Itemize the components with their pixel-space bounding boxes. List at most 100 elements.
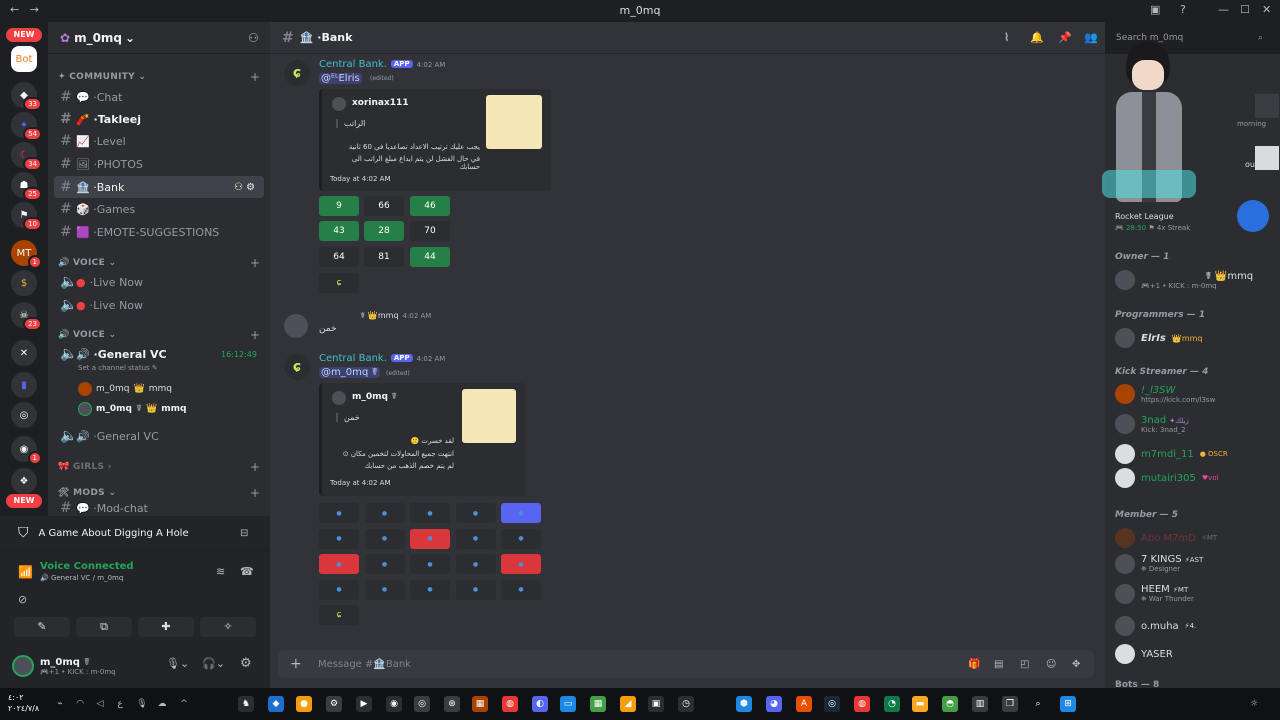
avatar[interactable] <box>12 655 34 677</box>
set-channel-status[interactable]: Set a channel status ✎ <box>78 364 158 372</box>
server-icon[interactable]: $ <box>11 270 37 296</box>
threads-icon[interactable]: ⌇ <box>1004 31 1009 44</box>
guess-button[interactable]: ● <box>364 579 405 600</box>
guess-button[interactable]: ● <box>319 503 359 523</box>
noise-suppression-icon[interactable]: ≋ <box>216 565 225 578</box>
bot-avatar[interactable]: ɕ <box>284 60 310 86</box>
guess-button[interactable]: ● <box>455 579 496 600</box>
server-icon[interactable]: ☗ 25 <box>11 172 42 201</box>
weather-icon[interactable]: ☼ <box>1246 696 1262 712</box>
server-icon[interactable]: ◎ <box>11 402 37 428</box>
app-icon[interactable]: ◢ <box>620 696 636 712</box>
server-icon[interactable]: Bot <box>11 46 37 72</box>
inbox-icon[interactable]: ▣ <box>1150 3 1160 16</box>
screen-share-button[interactable]: ⧉ <box>76 617 132 637</box>
number-button[interactable]: 66 <box>364 196 404 216</box>
headphones-icon[interactable]: 🎧⌄ <box>202 657 225 670</box>
media-player-icon[interactable]: ▶ <box>356 696 372 712</box>
app-icon[interactable]: ▣ <box>648 696 664 712</box>
guess-button[interactable]: ● <box>410 528 450 549</box>
member-item[interactable]: Abo M7mD ⚡MT <box>1115 528 1217 548</box>
bot-logo-button[interactable]: ɕ <box>319 273 359 293</box>
voice-live-now-2[interactable]: 🔈 ● · Live Now <box>54 294 264 316</box>
guess-button[interactable]: ● <box>319 554 359 574</box>
emoji-icon[interactable]: ☺ <box>1046 659 1056 670</box>
start-icon[interactable]: ⊞ <box>1060 696 1076 712</box>
search-icon[interactable]: ⌕ <box>1030 696 1046 712</box>
channel-settings-icon[interactable]: ⚇ ⚙ <box>234 182 255 193</box>
guess-button[interactable]: ● <box>364 503 405 523</box>
game-activity[interactable]: ⛉ A Game About Digging A Hole ⊟ <box>0 516 270 550</box>
app-icon[interactable]: ◓ <box>942 696 958 712</box>
bell-icon[interactable]: 🔔 <box>1030 31 1044 44</box>
app-icon[interactable]: ⬢ <box>736 696 752 712</box>
onedrive-icon[interactable]: ☁ <box>154 696 170 712</box>
close-button[interactable]: ✕ <box>1262 3 1271 16</box>
voice-general-vc-2[interactable]: 🔈 🔊 · General VC <box>54 425 264 447</box>
microphone-icon[interactable]: 🎙 <box>134 696 150 712</box>
guess-button[interactable]: ● <box>501 528 541 549</box>
category-voice[interactable]: 🔊 VOICE ⌄ <box>58 258 116 268</box>
apps-icon[interactable]: ✥ <box>1072 659 1080 670</box>
app-icon[interactable]: ⊛ <box>444 696 460 712</box>
message-author[interactable]: Central Bank. APP 4:02 AM <box>319 353 445 364</box>
category-voice-2[interactable]: 🔊 VOICE ⌄ <box>58 330 116 340</box>
server-header[interactable]: ✿ m_0mq ⌄ ⚇ <box>48 22 270 54</box>
server-icon[interactable]: ◆ 33 <box>11 82 42 111</box>
voice-location[interactable]: 🔊 General VC / m_0mq <box>40 574 123 582</box>
edge-icon[interactable]: ◔ <box>884 696 900 712</box>
channel-chat[interactable]: # 💬 · Chat <box>54 86 264 108</box>
member-item[interactable]: o.muha ⚡4. <box>1115 616 1196 636</box>
server-icon[interactable]: MT 1 <box>11 240 42 269</box>
chevron-up-icon[interactable]: ^ <box>176 696 192 712</box>
minimize-button[interactable]: — <box>1218 3 1229 16</box>
voice-live-now-1[interactable]: 🔈 ● · Live Now <box>54 271 264 293</box>
create-channel-icon[interactable]: + <box>250 328 260 342</box>
folder-icon[interactable]: ▮ <box>11 372 37 398</box>
channel-level[interactable]: # 📈 · Level <box>54 130 264 152</box>
app-icon[interactable]: ⚙ <box>326 696 342 712</box>
message-author[interactable]: ☤ 👑mmq 4:02 AM <box>360 311 431 320</box>
server-icon[interactable]: ✕ <box>11 340 37 366</box>
maximize-button[interactable]: ☐ <box>1240 3 1250 16</box>
guess-button[interactable]: ● <box>501 554 541 574</box>
guess-button[interactable]: ● <box>364 528 405 549</box>
store-icon[interactable]: ▥ <box>972 696 988 712</box>
vc-user[interactable]: m_0mq ☤ 👑 mmq <box>78 402 186 416</box>
number-button[interactable]: 81 <box>364 247 404 267</box>
category-community[interactable]: ✦ COMMUNITY ⌄ <box>58 72 146 82</box>
number-button[interactable]: 64 <box>319 247 359 267</box>
channel-photos[interactable]: # 🖼 · PHOTOS <box>54 153 264 175</box>
server-icon[interactable]: ⚑ 10 <box>11 202 42 231</box>
app-icon[interactable]: ♞ <box>238 696 254 712</box>
create-channel-icon[interactable]: + <box>250 460 260 474</box>
app-icon[interactable]: ▦ <box>590 696 606 712</box>
channel-mod-chat[interactable]: # 💬 · Mod-chat <box>54 500 264 516</box>
task-view-icon[interactable]: ❐ <box>1002 696 1018 712</box>
settings-icon[interactable]: ⚙ <box>240 656 252 671</box>
bot-logo-button[interactable]: ɕ <box>319 605 359 625</box>
category-girls[interactable]: 🎀 GIRLS › <box>58 462 112 472</box>
voice-general-vc[interactable]: 🔈 🔊 · General VC 16:12:49 <box>54 343 264 365</box>
activity-icon[interactable]: ⊘ <box>18 593 27 606</box>
vc-user[interactable]: m_0mq 👑 mmq <box>78 382 172 396</box>
channel-emote-suggestions[interactable]: # 🟪 · EMOTE-SUGGESTIONS <box>54 221 264 243</box>
member-item[interactable]: HEEM ⚡MT ⛯ War Thunder <box>1115 584 1194 604</box>
clock[interactable]: ٤:٠٢ ٢٠٢٤/٧/٨ <box>8 692 39 714</box>
number-button[interactable]: 46 <box>410 196 450 216</box>
guess-button[interactable]: ● <box>410 503 450 523</box>
microphone-icon[interactable]: 🎙⌄ <box>166 657 189 670</box>
app-icon[interactable]: A <box>796 696 812 712</box>
guess-button[interactable]: ● <box>319 579 359 600</box>
channel-games[interactable]: # 🎲 · Games <box>54 198 264 220</box>
app-icon[interactable]: ◉ <box>386 696 402 712</box>
guess-button[interactable]: ● <box>455 554 496 574</box>
member-item[interactable]: !_l3SW https://kick.com/l3sw <box>1115 384 1215 404</box>
file-explorer-icon[interactable]: ▬ <box>912 696 928 712</box>
guess-button[interactable]: ● <box>410 579 450 600</box>
create-channel-icon[interactable]: + <box>250 70 260 84</box>
server-icon[interactable]: ✦ 54 <box>11 112 42 141</box>
steam-icon[interactable]: ◎ <box>824 696 840 712</box>
message-input[interactable]: Message #🏦Bank <box>318 659 411 670</box>
overlay-icon[interactable]: ⊟ <box>240 528 248 539</box>
